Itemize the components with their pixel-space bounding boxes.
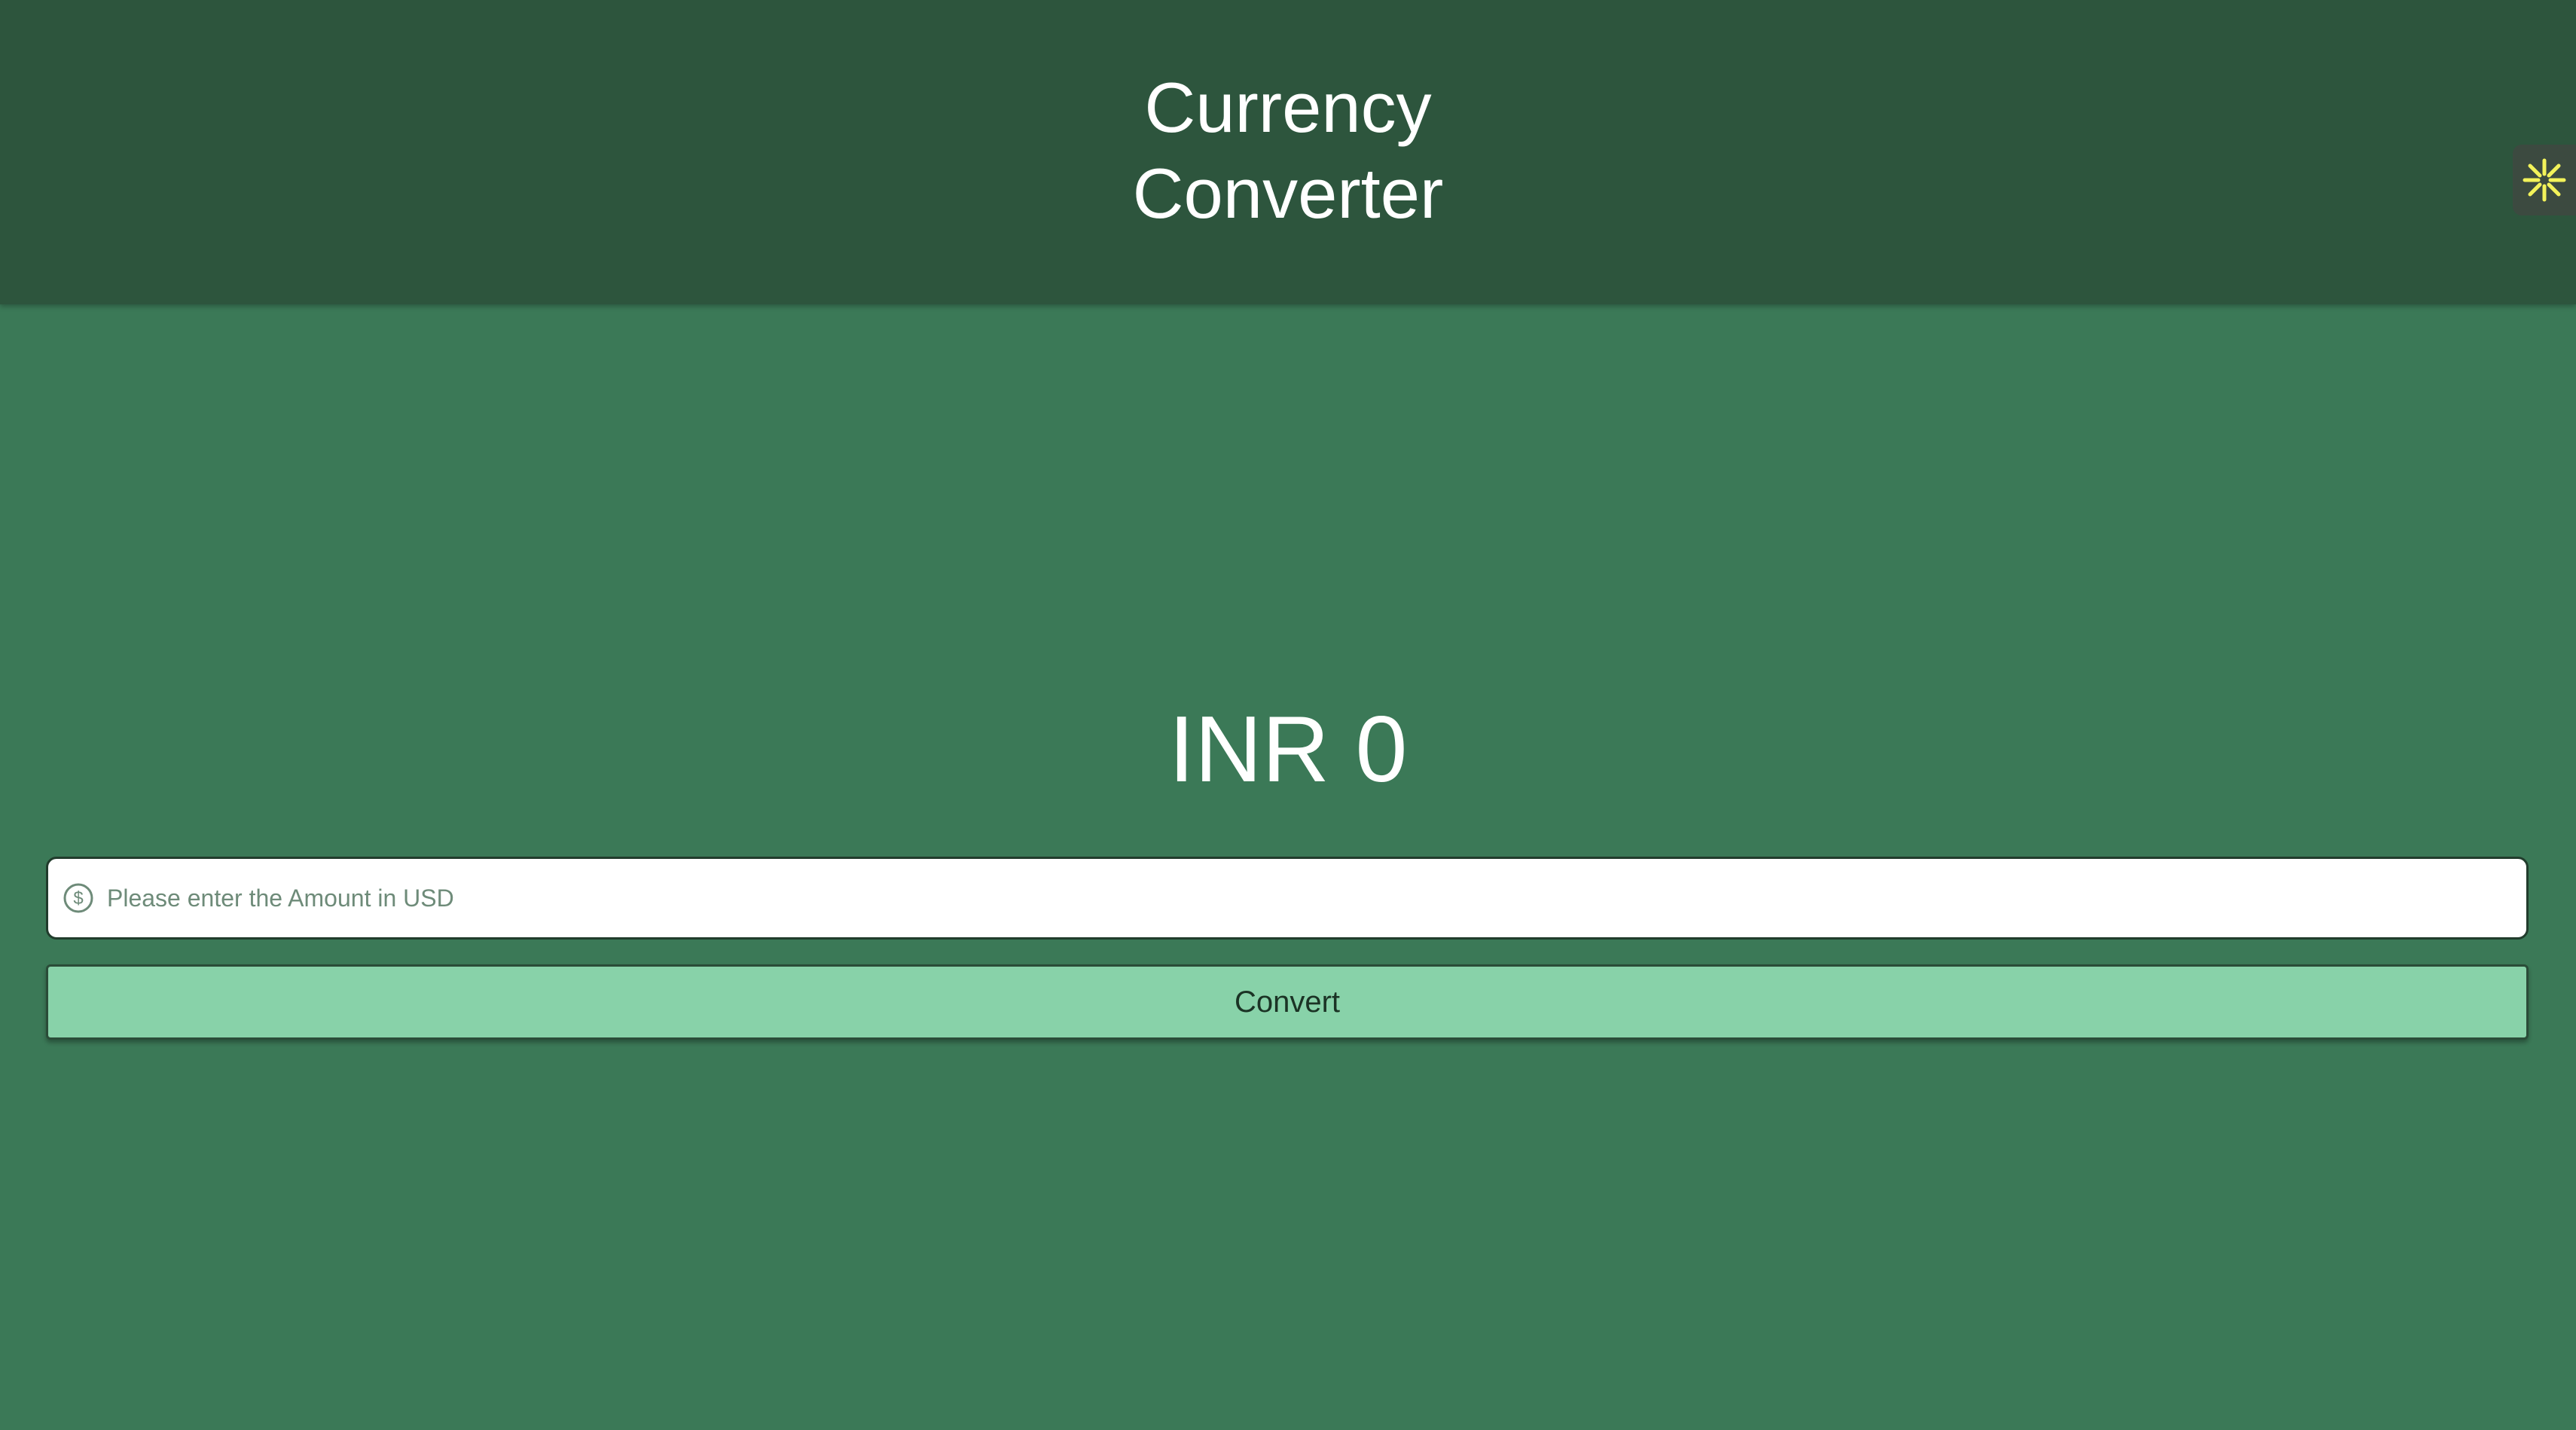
side-panel-tab[interactable] — [2513, 145, 2576, 215]
converted-amount: INR 0 — [1168, 698, 1408, 802]
amount-field[interactable]: $ — [46, 857, 2529, 940]
dollar-circle-icon: $ — [63, 883, 93, 913]
page-title: Currency Converter — [1132, 68, 1444, 233]
asterisk-burst-icon — [2523, 158, 2566, 202]
app-bar: Currency Converter — [0, 0, 2576, 304]
amount-input[interactable] — [107, 859, 2526, 937]
convert-button[interactable]: Convert — [46, 964, 2529, 1040]
app-window: Currency Converter INR 0 $ Convert — [0, 0, 2576, 1430]
svg-text:$: $ — [73, 888, 83, 909]
